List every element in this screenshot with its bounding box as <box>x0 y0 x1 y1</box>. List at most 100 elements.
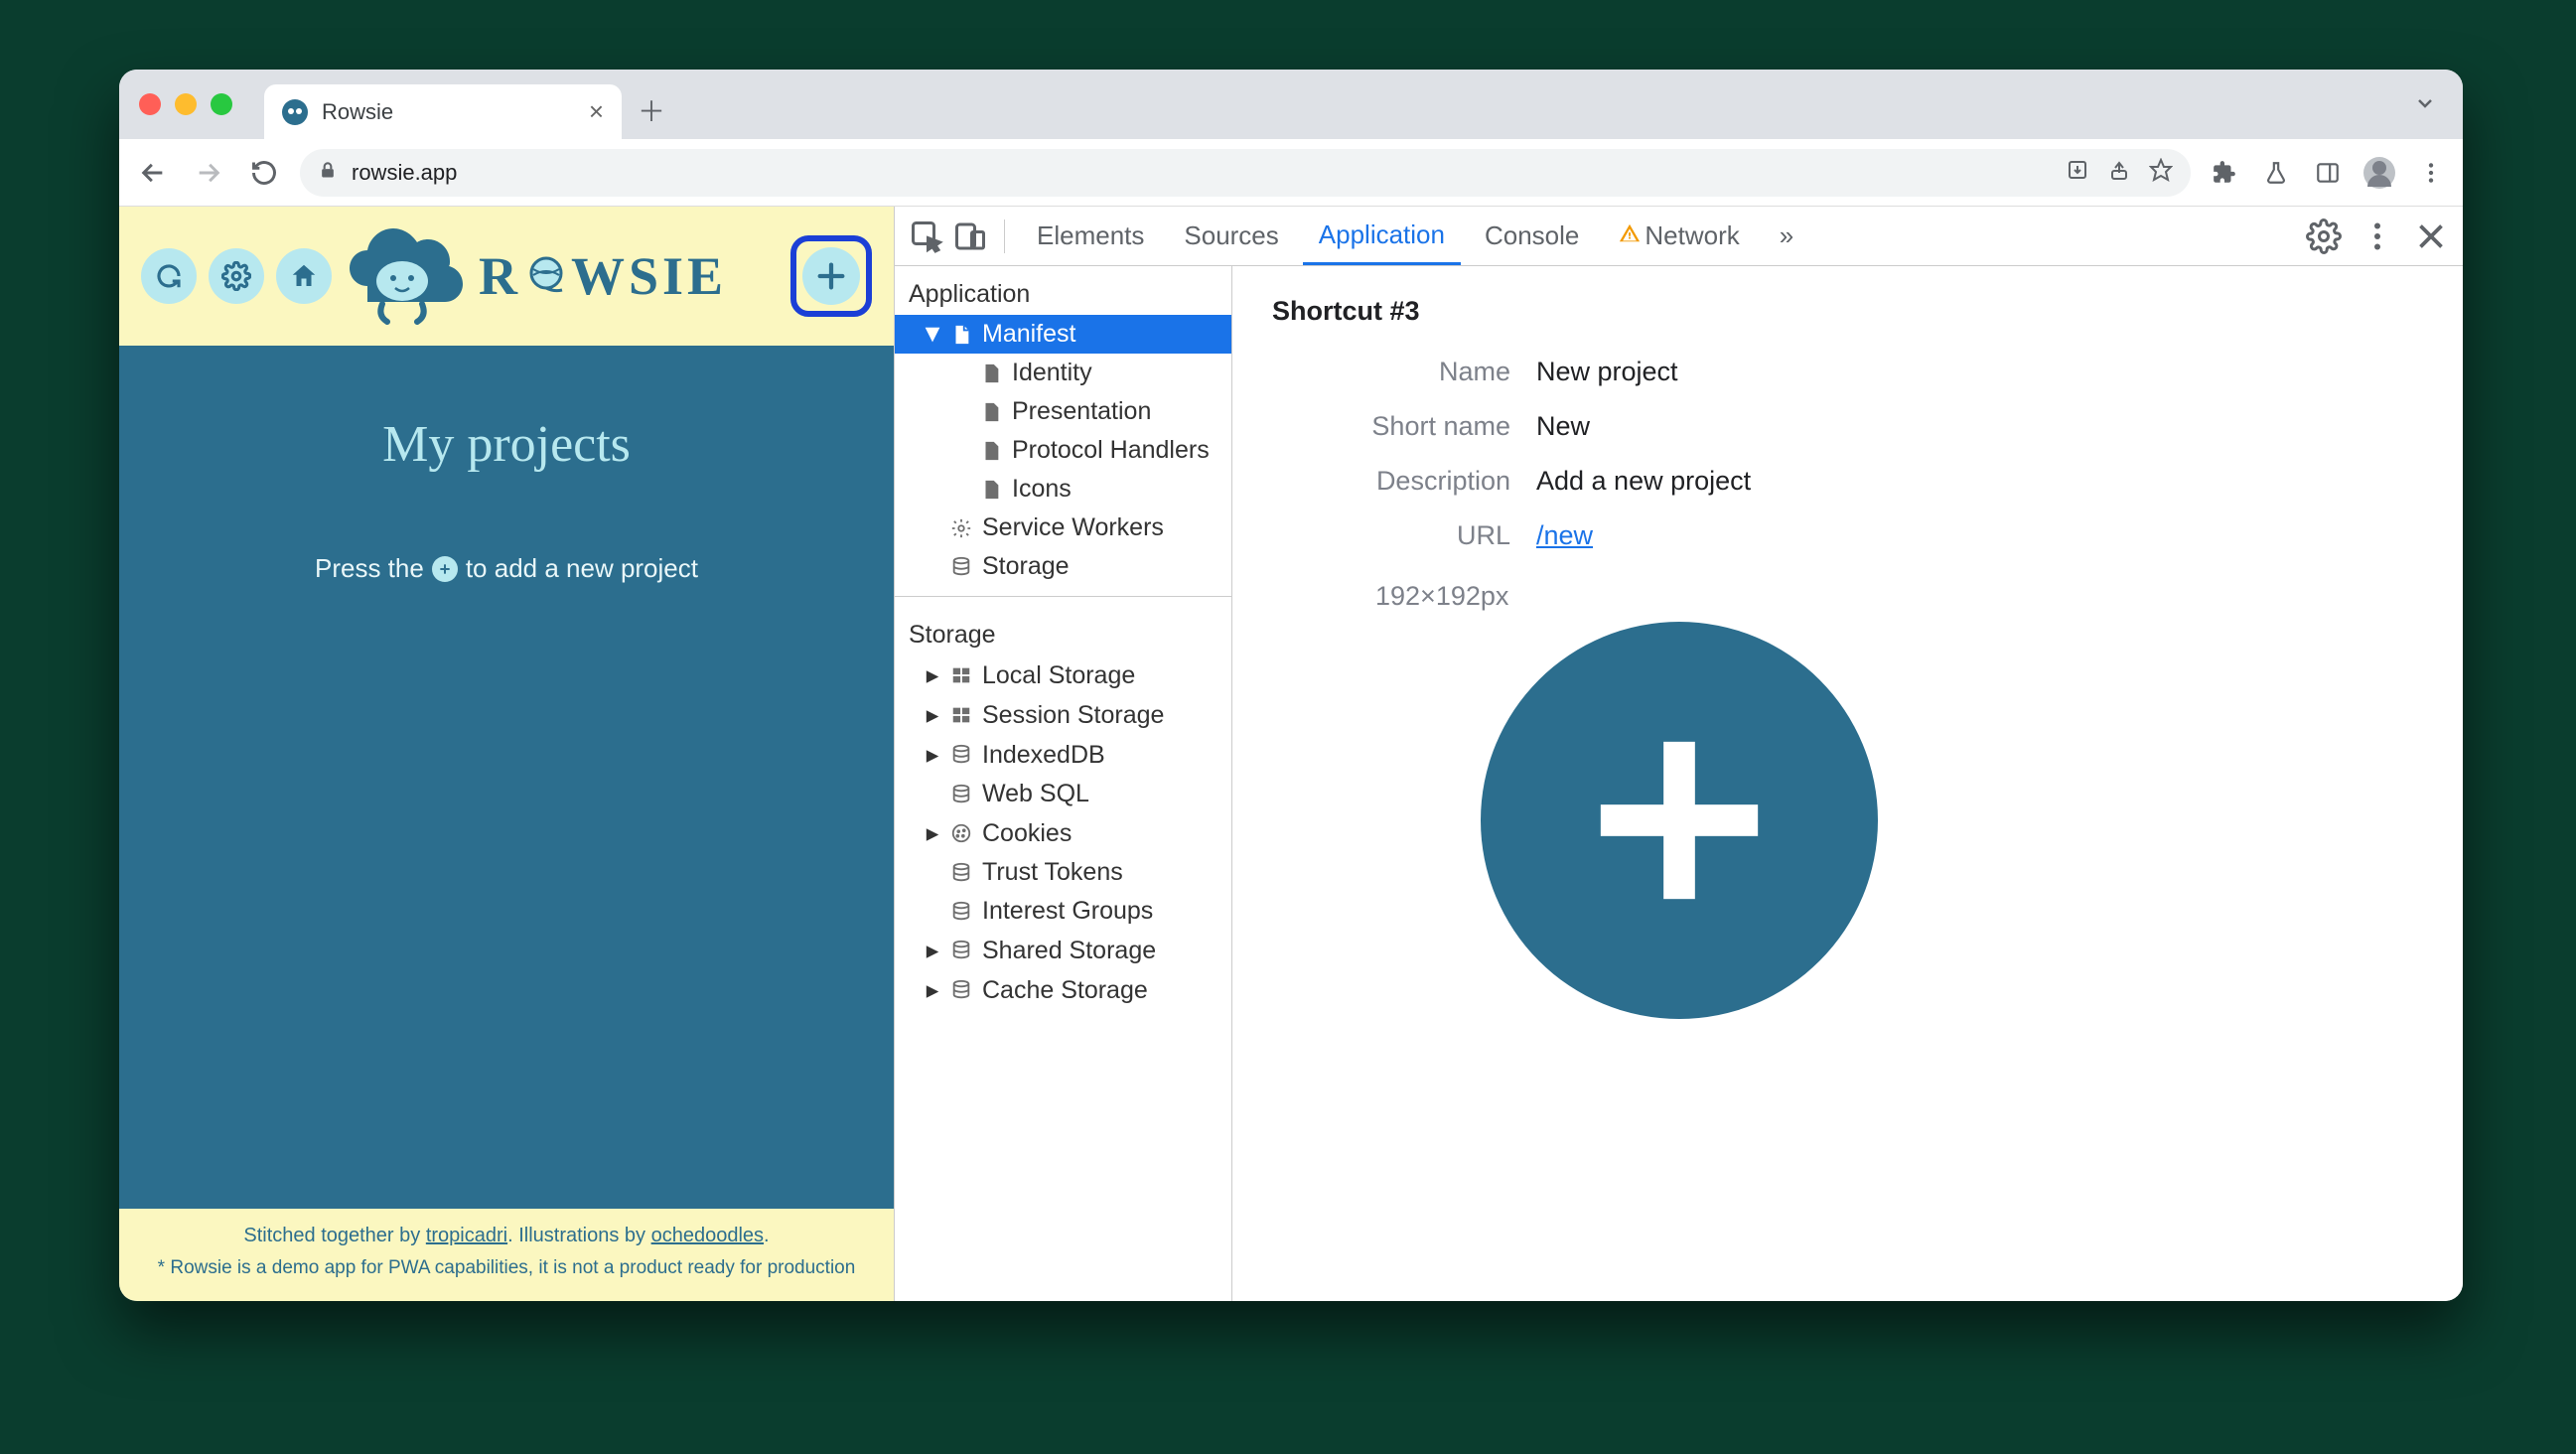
tree-label: IndexedDB <box>982 741 1105 770</box>
empty-state-hint: Press the to add a new project <box>119 553 894 584</box>
tree-item-local-storage[interactable]: ▸Local Storage <box>895 655 1231 695</box>
tree-item-cookies[interactable]: ▸Cookies <box>895 813 1231 853</box>
footer-mid: . Illustrations by <box>507 1225 651 1246</box>
tab-elements[interactable]: Elements <box>1021 207 1160 265</box>
add-project-button[interactable] <box>802 247 860 305</box>
devtools-tabbar: Elements Sources Application Console Net… <box>895 207 2463 266</box>
page-title: My projects <box>119 415 894 474</box>
chevron-down-icon: ▼ <box>925 320 940 349</box>
tree-item-storage[interactable]: Storage <box>895 547 1231 586</box>
window-maximize-button[interactable] <box>211 93 232 115</box>
app-pane: R WSIE My projects Press the to add a ne… <box>119 207 894 1301</box>
tab-sources[interactable]: Sources <box>1168 207 1294 265</box>
tree-label: Local Storage <box>982 661 1135 690</box>
tree-label: Presentation <box>1012 397 1151 426</box>
tab-more[interactable]: » <box>1764 207 1809 265</box>
sync-icon[interactable] <box>141 248 197 304</box>
tree-label: Identity <box>1012 359 1092 387</box>
device-toggle-icon[interactable] <box>952 218 988 254</box>
browser-menu-icon[interactable] <box>2413 155 2449 191</box>
tree-label: Service Workers <box>982 513 1164 542</box>
add-button-highlight <box>790 235 872 317</box>
tree-item-service-workers[interactable]: Service Workers <box>895 509 1231 547</box>
tree-label: Shared Storage <box>982 937 1156 965</box>
window-minimize-button[interactable] <box>175 93 197 115</box>
label-description: Description <box>1272 466 1510 497</box>
app-logo: R WSIE <box>479 245 727 307</box>
browser-tab[interactable]: Rowsie × <box>264 84 622 139</box>
devtools-settings-icon[interactable] <box>2306 218 2342 254</box>
tree-item-presentation[interactable]: Presentation <box>895 392 1231 431</box>
address-bar[interactable]: rowsie.app <box>300 149 2191 197</box>
back-button[interactable] <box>133 153 173 193</box>
tab-application[interactable]: Application <box>1303 207 1461 265</box>
footer-disclaimer: * Rowsie is a demo app for PWA capabilit… <box>129 1257 884 1279</box>
tab-title: Rowsie <box>322 99 393 125</box>
footer-link-author[interactable]: tropicadri <box>426 1225 507 1246</box>
tree-item-identity[interactable]: Identity <box>895 354 1231 392</box>
profile-avatar[interactable] <box>2361 155 2397 191</box>
logo-text-pre: R <box>479 245 521 307</box>
labs-icon[interactable] <box>2258 155 2294 191</box>
devtools-menu-icon[interactable] <box>2360 218 2395 254</box>
omnibox-actions <box>2066 158 2173 188</box>
forward-button[interactable] <box>189 153 228 193</box>
extensions-icon[interactable] <box>2207 155 2242 191</box>
footer-post: . <box>764 1225 770 1246</box>
footer-pre: Stitched together by <box>243 1225 425 1246</box>
install-icon[interactable] <box>2066 158 2089 188</box>
label-url: URL <box>1272 520 1510 551</box>
logo-text-post: WSIE <box>571 245 727 307</box>
tree-section-storage: Storage <box>895 607 1231 655</box>
app-footer: Stitched together by tropicadri. Illustr… <box>119 1209 894 1301</box>
image-size-label: 192×192px <box>1375 581 2423 612</box>
tree-label: Trust Tokens <box>982 858 1123 887</box>
yarn-icon <box>525 255 567 297</box>
tree-item-icons[interactable]: Icons <box>895 470 1231 509</box>
value-name: New project <box>1536 357 2423 387</box>
tree-item-protocol-handlers[interactable]: Protocol Handlers <box>895 431 1231 470</box>
tab-close-icon[interactable]: × <box>589 96 604 127</box>
tabs-menu-button[interactable] <box>2413 91 2437 120</box>
browser-window: Rowsie × ＋ rowsie.app <box>119 70 2463 1301</box>
hint-text-post: to add a new project <box>466 553 698 584</box>
window-controls <box>139 93 232 115</box>
window-close-button[interactable] <box>139 93 161 115</box>
plus-icon <box>432 556 458 582</box>
tree-item-session-storage[interactable]: ▸Session Storage <box>895 695 1231 735</box>
tree-item-trust-tokens[interactable]: Trust Tokens <box>895 853 1231 892</box>
tree-label: Session Storage <box>982 701 1164 730</box>
tree-label: Cache Storage <box>982 976 1148 1005</box>
tree-item-shared-storage[interactable]: ▸Shared Storage <box>895 931 1231 970</box>
tree-label: Cookies <box>982 819 1072 848</box>
tree-item-cache-storage[interactable]: ▸Cache Storage <box>895 970 1231 1010</box>
warning-icon <box>1619 220 1641 251</box>
footer-link-illustrator[interactable]: ochedoodles <box>651 1225 764 1246</box>
reload-button[interactable] <box>244 153 284 193</box>
content-row: R WSIE My projects Press the to add a ne… <box>119 207 2463 1301</box>
tree-label: Protocol Handlers <box>1012 436 1210 465</box>
bookmark-icon[interactable] <box>2149 158 2173 188</box>
devtools-close-icon[interactable] <box>2413 218 2449 254</box>
tree-section-application: Application <box>895 266 1231 315</box>
side-panel-icon[interactable] <box>2310 155 2346 191</box>
share-icon[interactable] <box>2107 158 2131 188</box>
app-mascot <box>348 226 467 326</box>
value-url-link[interactable]: /new <box>1536 520 1593 550</box>
tree-item-interest-groups[interactable]: Interest Groups <box>895 892 1231 931</box>
tree-label: Manifest <box>982 320 1075 349</box>
tab-network[interactable]: Network <box>1603 207 1755 265</box>
tree-label: Icons <box>1012 475 1072 504</box>
tab-console[interactable]: Console <box>1469 207 1595 265</box>
tree-item-indexeddb[interactable]: ▸IndexedDB <box>895 735 1231 775</box>
value-short-name: New <box>1536 411 2423 442</box>
home-icon[interactable] <box>276 248 332 304</box>
devtools-detail: Shortcut #3 Name New project Short name … <box>1232 266 2463 1301</box>
new-tab-button[interactable]: ＋ <box>638 90 665 130</box>
tree-item-manifest[interactable]: ▼ Manifest <box>895 315 1231 354</box>
value-description: Add a new project <box>1536 466 2423 497</box>
settings-icon[interactable] <box>209 248 264 304</box>
inspect-icon[interactable] <box>909 218 944 254</box>
tree-item-web-sql[interactable]: Web SQL <box>895 775 1231 813</box>
app-body: My projects Press the to add a new proje… <box>119 346 894 1209</box>
